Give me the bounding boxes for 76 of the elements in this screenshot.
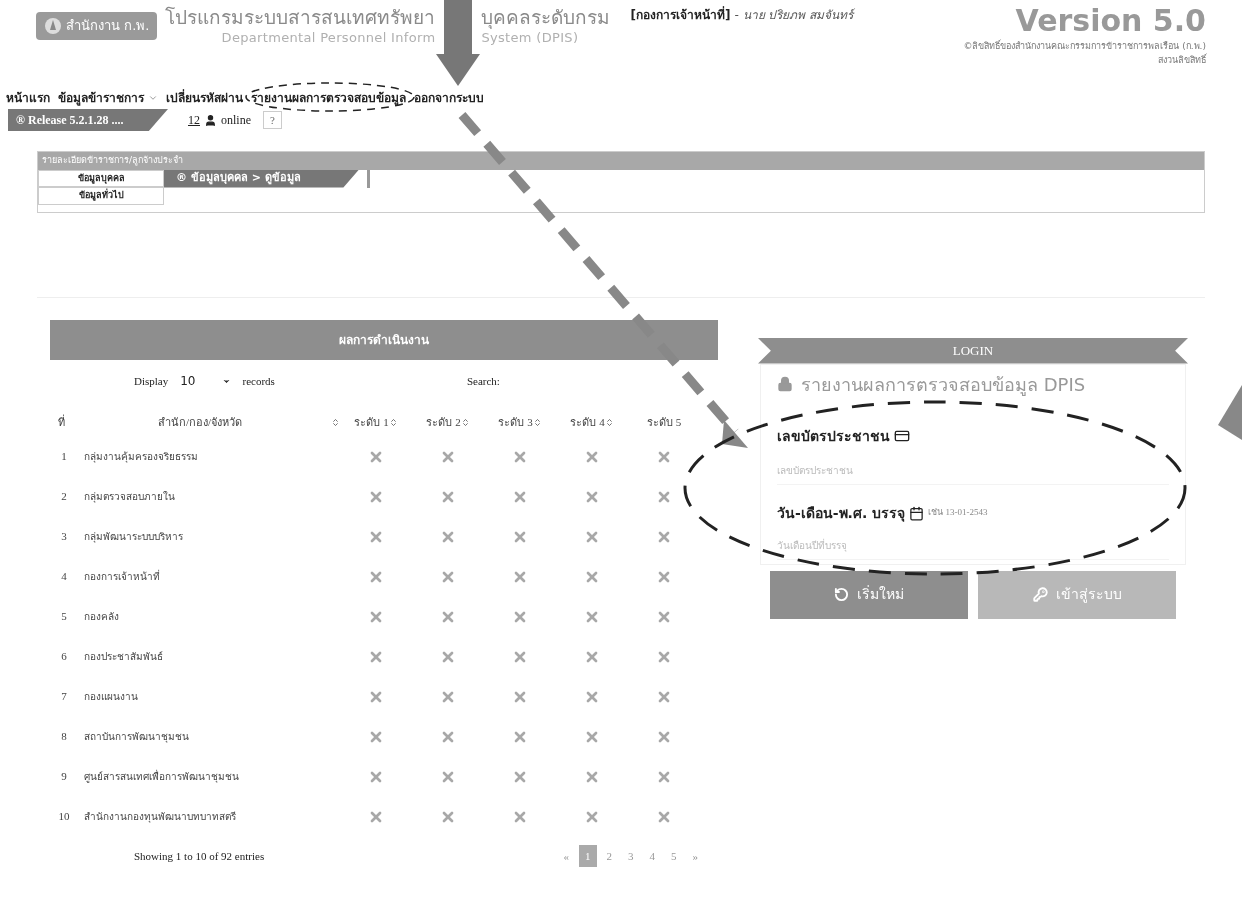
sort-icon <box>604 417 614 427</box>
nav-link[interactable]: เปลี่ยนรหัสผ่าน <box>166 89 243 107</box>
table-cell-text: 1 <box>60 449 68 465</box>
rotate-icon <box>834 587 849 602</box>
online-label: online <box>221 112 251 129</box>
table-cell-text: กลุ่มพัฒนาระบบบริหาร <box>83 530 184 545</box>
card-icon <box>894 428 910 444</box>
side-menu-item[interactable]: ข้อมูลบุคคล <box>38 169 164 187</box>
system-title: โปรแกรมระบบสารสนเทศทรัพยา <box>165 6 436 30</box>
table-cell-text: 7 <box>60 689 68 705</box>
table-cell-text: 6 <box>60 649 68 665</box>
search-label: Search: <box>466 373 500 389</box>
login-ribbon: LOGIN <box>758 338 1188 364</box>
table-cell-text: 9 <box>60 769 68 785</box>
logo-badge: สำนักงาน ก.พ. <box>36 12 158 40</box>
table-cell-text: สำนักงานกองทุนพัฒนาบทบาทสตรี <box>83 810 237 825</box>
version-label: Version 5.0 <box>1015 6 1206 36</box>
table-cell-text: สถาบันการพัฒนาชุมชน <box>83 730 190 745</box>
table-cell-text: 8 <box>60 729 68 745</box>
table-cell-text: กองแผนงาน <box>83 690 139 704</box>
nav-link[interactable]: ออกจากระบบ <box>414 89 484 107</box>
sort-icon <box>532 417 542 427</box>
column-header: ระดับ 5 <box>645 415 683 430</box>
login-title: รายงานผลการตรวจสอบข้อมูล DPIS <box>801 372 1086 398</box>
table-cell-text: 10 <box>57 809 71 825</box>
column-header[interactable]: ระดับ 1 <box>340 408 412 437</box>
nav-link[interactable]: ข้อมูลข้าราชการ <box>58 89 158 107</box>
table-cell-text: กองประชาสัมพันธ์ <box>83 650 164 664</box>
nav-link[interactable]: หน้าแรก <box>6 89 50 107</box>
table-cell-text: 5 <box>60 609 68 625</box>
date-hint: เช่น 13-01-2543 <box>928 506 988 520</box>
display-label: Display <box>134 373 169 389</box>
field-label: เลขบัตรประชาชน <box>777 426 890 446</box>
card-title: ผลการดำเนินงาน <box>50 320 718 360</box>
department-name: [กองการเจ้าหน้าที่] <box>630 6 731 24</box>
side-menu-item[interactable]: ข้อมูลทั่วไป <box>38 187 164 205</box>
table-cell-text: กลุ่มตรวจสอบภายใน <box>83 490 176 505</box>
sort-icon <box>460 417 470 427</box>
id-field[interactable]: เลขบัตรประชาชน <box>777 456 1169 485</box>
date-field[interactable]: วันเดือนปีที่บรรจุ <box>777 531 1169 560</box>
emblem-icon <box>44 17 62 35</box>
lock-icon <box>777 376 793 392</box>
column-header[interactable]: ระดับ 2 <box>412 408 484 437</box>
sort-icon <box>388 417 398 427</box>
online-count[interactable]: 12 <box>188 111 200 129</box>
table-cell-text: กองคลัง <box>83 610 120 624</box>
copyright-text: ©ลิขสิทธิ์ของสำนักงานคณะกรรมการข้าราชการพลเรือน (ก.พ.) <box>963 40 1206 53</box>
column-header[interactable]: ระดับ 3 <box>484 408 556 437</box>
system-title: บุคคลระดับกรม <box>481 6 611 30</box>
table-cell-text: 2 <box>60 489 68 505</box>
column-header[interactable]: ระดับ 4 <box>556 408 628 437</box>
caret-icon <box>148 93 158 103</box>
rights-text: สงวนลิขสิทธิ์ <box>1158 53 1206 67</box>
key-icon <box>1032 587 1048 602</box>
annotation-arrow <box>1218 385 1242 440</box>
column-header[interactable]: สำนัก/กอง/จังหวัด <box>78 408 340 437</box>
column-header: ที่ <box>57 413 66 430</box>
user-name: - นาย ปริยภพ สมจันทร์ <box>734 7 854 24</box>
table-cell-text: กลุ่มงานคุ้มครองจริยธรรม <box>83 450 199 465</box>
field-label: วัน-เดือน-พ.ศ. บรรจุ <box>777 503 906 524</box>
page-size-select[interactable]: 10 <box>180 372 231 390</box>
sort-icon <box>331 417 340 427</box>
records-label: records <box>242 373 275 389</box>
nav-link[interactable]: รายงานผลการตรวจสอบข้อมูล <box>251 89 406 107</box>
system-subtitle: System (DPIS) <box>481 29 580 46</box>
entries-info: Showing 1 to 10 of 92 entries <box>134 848 265 864</box>
system-subtitle: Departmental Personnel Inform <box>221 29 436 46</box>
calendar-icon <box>909 505 925 521</box>
help-button[interactable]: ? <box>263 110 282 130</box>
table-cell-text: ศูนย์สารสนเทศเพื่อการพัฒนาชุมชน <box>83 768 240 785</box>
table-cell-text: กองการเจ้าหน้าที่ <box>83 568 161 584</box>
panel-title: รายละเอียดข้าราชการ/ลูกจ้างประจำ <box>38 152 1204 170</box>
table-cell-text: 4 <box>60 569 68 585</box>
table-cell-text: 3 <box>60 529 68 545</box>
release-tag: ® Release 5.2.1.28 .... <box>8 109 168 131</box>
user-icon <box>204 113 217 127</box>
